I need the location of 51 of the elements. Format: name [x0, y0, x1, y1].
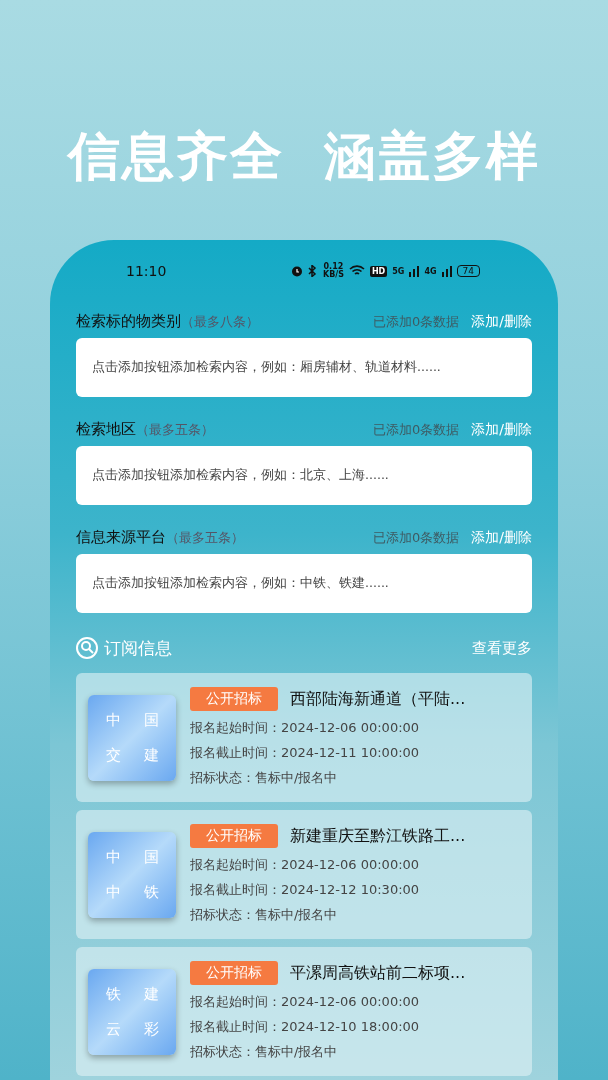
placeholder: 点击添加按钮添加检索内容，例如：北京、上海......	[92, 467, 389, 484]
input-field[interactable]: 点击添加按钮添加检索内容，例如：中铁、铁建......	[76, 554, 532, 613]
section-title: 检索地区	[76, 420, 136, 439]
tender-badge: 公开招标	[190, 687, 278, 711]
network-speed: 0.12 KB/S	[322, 263, 344, 279]
tender-detail: 报名截止时间：2024-12-12 10:30:00	[190, 881, 421, 899]
tender-detail: 招标状态：售标中/报名中	[190, 769, 339, 787]
signal-icon	[409, 265, 420, 277]
bluetooth-icon	[307, 265, 318, 277]
company-logo: 中 国 交 建	[88, 694, 176, 781]
tender-detail: 报名起始时间：2024-12-06 00:00:00	[190, 856, 421, 874]
added-count: 已添加0条数据	[373, 421, 460, 439]
status-time: 11:10	[126, 263, 167, 279]
network-type: 5G	[392, 266, 405, 276]
tender-detail: 招标状态：售标中/报名中	[190, 1043, 339, 1061]
input-field[interactable]: 点击添加按钮添加检索内容，例如：厢房辅材、轨道材料......	[76, 338, 532, 397]
network-type: 4G	[424, 266, 437, 276]
headline: 信息齐全	[68, 125, 284, 188]
signal-icon	[441, 265, 452, 277]
alarm-icon	[290, 265, 303, 277]
tender-title: 西部陆海新通道（平陆...	[290, 688, 466, 710]
tender-badge: 公开招标	[190, 824, 278, 848]
tender-detail: 报名起始时间：2024-12-06 00:00:00	[190, 993, 421, 1011]
battery-level: 74	[456, 265, 480, 277]
added-count: 已添加0条数据	[373, 529, 460, 547]
tender-detail: 报名截止时间：2024-12-10 18:00:00	[190, 1018, 421, 1036]
section-title: 信息来源平台	[76, 528, 166, 547]
input-field[interactable]: 点击添加按钮添加检索内容，例如：北京、上海......	[76, 446, 532, 505]
wifi-icon	[348, 265, 365, 277]
tender-card[interactable]: 中 国 交 建 公开招标 西部陆海新通道（平陆... 报名起始时间：2024-12-06 00:00:00 报名截止时间：2024-12-11 10:00:00 招标状态：售标中/报名中	[76, 673, 532, 802]
tender-detail: 报名起始时间：2024-12-06 00:00:00	[190, 719, 421, 737]
tender-card[interactable]: 中 国 中 铁 公开招标 新建重庆至黔江铁路工... 报名起始时间：2024-12-06 00:00:00 报名截止时间：2024-12-12 10:30:00 招标状态：售标中/报名中	[76, 810, 532, 939]
tender-card[interactable]: 铁 建 云 彩 公开招标 平漯周高铁站前二标项... 报名起始时间：2024-12-06 00:00:00 报名截止时间：2024-12-10 18:00:00 招标状态：售标中/报名中	[76, 947, 532, 1076]
company-logo: 铁 建 云 彩	[88, 968, 176, 1055]
section-title: 订阅信息	[104, 636, 172, 660]
tender-title: 平漯周高铁站前二标项...	[290, 962, 466, 984]
limit-note: （最多八条）	[181, 313, 259, 331]
placeholder: 点击添加按钮添加检索内容，例如：厢房辅材、轨道材料......	[92, 359, 441, 376]
headline: 涵盖多样	[324, 125, 540, 188]
tender-detail: 招标状态：售标中/报名中	[190, 906, 339, 924]
limit-note: （最多五条）	[166, 529, 244, 547]
hd-indicator: HD	[369, 265, 388, 277]
section-title: 检索标的物类别	[76, 312, 181, 331]
placeholder: 点击添加按钮添加检索内容，例如：中铁、铁建......	[92, 575, 389, 592]
tender-detail: 报名截止时间：2024-12-11 10:00:00	[190, 744, 421, 762]
company-logo: 中 国 中 铁	[88, 831, 176, 918]
search-icon	[76, 637, 98, 659]
added-count: 已添加0条数据	[373, 313, 460, 331]
limit-note: （最多五条）	[136, 421, 214, 439]
tender-badge: 公开招标	[190, 961, 278, 985]
tender-title: 新建重庆至黔江铁路工...	[290, 825, 466, 847]
